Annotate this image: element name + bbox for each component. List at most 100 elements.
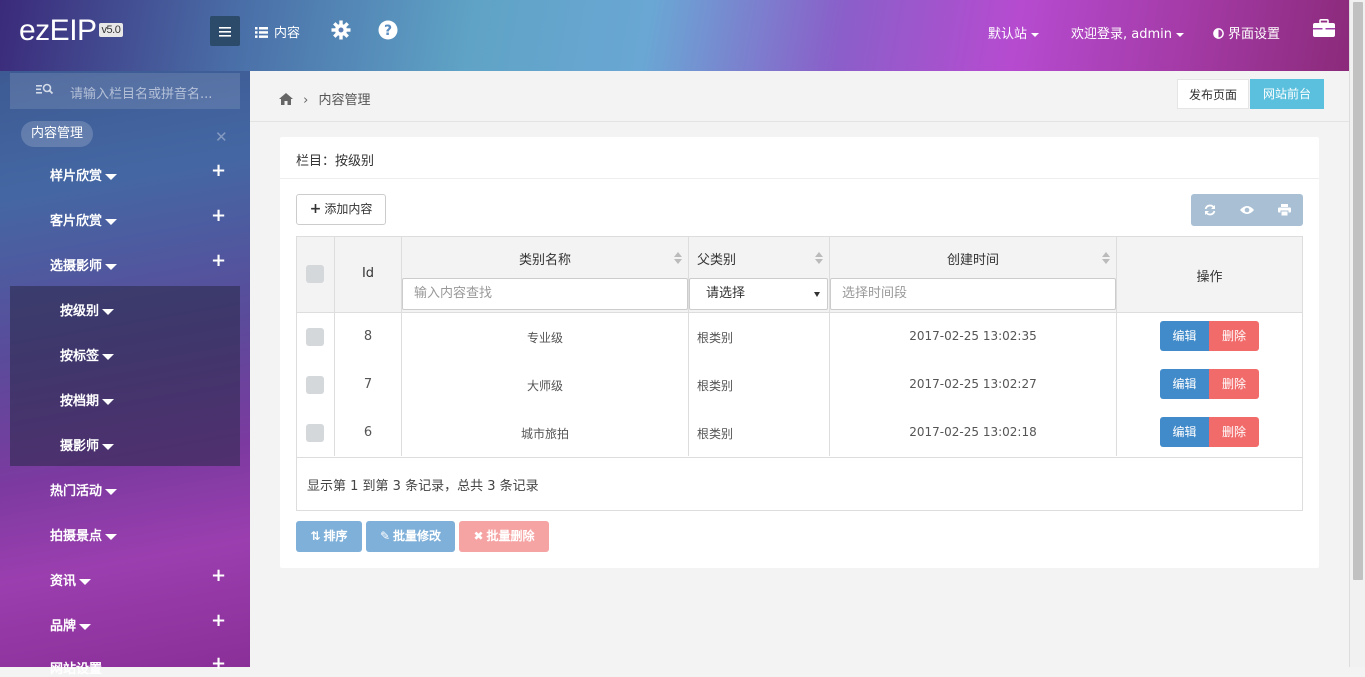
- sidebar-item-news[interactable]: 资讯: [50, 570, 92, 589]
- col-actions-header: 操作: [1196, 270, 1223, 285]
- batch-edit-label: 批量修改: [393, 529, 442, 543]
- menu-toggle-button[interactable]: [210, 16, 240, 46]
- chevron-right-icon: ›: [303, 93, 309, 108]
- edit-button[interactable]: 编辑: [1160, 369, 1209, 399]
- plus-icon[interactable]: +: [211, 653, 226, 674]
- parent-filter-select[interactable]: 请选择: [689, 278, 828, 310]
- sidebar-item-label: 客片欣赏: [50, 214, 103, 229]
- sort-icon[interactable]: [815, 252, 823, 264]
- svg-text:?: ?: [384, 23, 392, 39]
- ui-settings-label: 界面设置: [1228, 27, 1281, 42]
- default-site-dropdown[interactable]: 默认站: [988, 23, 1040, 42]
- select-all-checkbox[interactable]: [306, 265, 324, 283]
- plus-icon[interactable]: +: [211, 610, 226, 631]
- table-toolbar: [1191, 194, 1303, 226]
- sidebar-item-photographers[interactable]: 选摄影师: [50, 255, 118, 274]
- table-row[interactable]: 6 城市旅拍 根类别 2017-02-25 13:02:18 编辑 删除: [297, 409, 1302, 458]
- sidebar-item-sample-gallery[interactable]: 样片欣赏: [50, 165, 118, 184]
- batch-delete-button[interactable]: ✖ 批量删除: [459, 521, 549, 552]
- delete-button[interactable]: 删除: [1209, 369, 1259, 399]
- home-icon[interactable]: [279, 93, 293, 105]
- sidebar-item-label: 网站设置: [50, 662, 103, 677]
- add-content-button[interactable]: + 添加内容: [296, 194, 386, 225]
- ui-settings-link[interactable]: 界面设置: [1213, 23, 1280, 42]
- website-frontend-button[interactable]: 网站前台: [1250, 79, 1324, 109]
- table-row[interactable]: 7 大师级 根类别 2017-02-25 13:02:27 编辑 删除: [297, 361, 1302, 410]
- row-created: 2017-02-25 13:02:18: [909, 425, 1037, 439]
- batch-edit-button[interactable]: ✎ 批量修改: [366, 521, 455, 552]
- default-site-label: 默认站: [988, 27, 1028, 42]
- plus-icon[interactable]: +: [211, 205, 226, 226]
- row-id: 8: [363, 329, 373, 344]
- sidebar-subitem-label: 按级别: [60, 304, 100, 319]
- publish-page-button[interactable]: 发布页面: [1177, 79, 1249, 109]
- delete-button[interactable]: 删除: [1209, 417, 1259, 447]
- divider: [401, 237, 402, 456]
- col-parent-header[interactable]: 父类别: [697, 249, 736, 268]
- col-id-header[interactable]: Id: [335, 266, 401, 281]
- row-id: 7: [363, 377, 373, 392]
- chevron-down-icon: [79, 578, 92, 585]
- sidebar-item-brand[interactable]: 品牌: [50, 615, 92, 634]
- col-name-header[interactable]: 类别名称: [402, 249, 688, 268]
- row-created: 2017-02-25 13:02:27: [909, 377, 1037, 391]
- toggle-view-button[interactable]: [1228, 194, 1265, 226]
- sidebar-subpanel: [10, 286, 240, 466]
- contrast-icon: [1213, 28, 1224, 39]
- scrollbar-thumb[interactable]: [1353, 2, 1363, 580]
- eye-icon: [1239, 206, 1254, 214]
- sidebar-item-locations[interactable]: 拍摄景点: [50, 525, 118, 544]
- logo[interactable]: ezEIP v5.0: [19, 14, 124, 48]
- sort-icon[interactable]: [1102, 252, 1110, 264]
- edit-button[interactable]: 编辑: [1160, 417, 1209, 447]
- chevron-down-icon: [102, 398, 115, 405]
- row-name: 专业级: [526, 331, 563, 345]
- sidebar-item-site-settings[interactable]: 网站设置: [50, 658, 102, 677]
- plus-icon[interactable]: +: [211, 250, 226, 271]
- sidebar-subitem-by-tag[interactable]: 按标签: [60, 345, 115, 364]
- gear-icon[interactable]: [331, 20, 351, 40]
- divider: [1116, 237, 1117, 456]
- add-content-label: 添加内容: [324, 202, 373, 216]
- sidebar-item-client-gallery[interactable]: 客片欣赏: [50, 210, 118, 229]
- refresh-button[interactable]: [1191, 194, 1228, 226]
- time-filter-input[interactable]: 选择时间段: [830, 278, 1116, 310]
- user-dropdown[interactable]: 欢迎登录, admin: [1071, 23, 1184, 42]
- sidebar-search-field[interactable]: 请输入栏目名或拼音名...: [10, 73, 240, 109]
- nav-content[interactable]: 内容: [255, 22, 300, 41]
- sort-icon[interactable]: [674, 252, 682, 264]
- print-icon: [1278, 204, 1291, 216]
- sidebar-subitem-photographer[interactable]: 摄影师: [60, 435, 115, 454]
- sidebar-subitem-by-level[interactable]: 按级别: [60, 300, 115, 319]
- scrollbar[interactable]: [1349, 0, 1365, 667]
- chevron-down-icon: [105, 488, 118, 495]
- delete-button[interactable]: 删除: [1209, 321, 1259, 351]
- chevron-down-icon: [102, 353, 115, 360]
- sidebar-subitem-by-schedule[interactable]: 按档期: [60, 390, 115, 409]
- sidebar-item-events[interactable]: 热门活动: [50, 480, 118, 499]
- row-checkbox[interactable]: [306, 328, 324, 346]
- chevron-down-icon: [1176, 32, 1184, 37]
- row-checkbox[interactable]: [306, 424, 324, 442]
- print-button[interactable]: [1266, 194, 1303, 226]
- row-checkbox[interactable]: [306, 376, 324, 394]
- edit-button[interactable]: 编辑: [1160, 321, 1209, 351]
- help-icon[interactable]: ?: [378, 20, 398, 40]
- row-parent: 根类别: [697, 331, 734, 345]
- sort-button[interactable]: ⇅ 排序: [296, 521, 362, 552]
- divider: [334, 237, 335, 456]
- row-name: 城市旅拍: [520, 427, 569, 441]
- chevron-down-icon: [814, 292, 820, 297]
- plus-icon[interactable]: +: [211, 160, 226, 181]
- plus-icon[interactable]: +: [211, 565, 226, 586]
- name-filter-input[interactable]: 输入内容查找: [402, 278, 688, 310]
- table-row[interactable]: 8 专业级 根类别 2017-02-25 13:02:35 编辑 删除: [297, 313, 1302, 362]
- briefcase-icon[interactable]: [1313, 19, 1335, 37]
- chevron-down-icon: [105, 263, 118, 270]
- chevron-down-icon: [1031, 32, 1040, 37]
- content-table: Id 类别名称 父类别 创建时间 操作 输入内容查找 请选择 选择时间段 8 专…: [296, 236, 1303, 511]
- close-icon[interactable]: ✕: [215, 128, 228, 146]
- divider: [280, 178, 1319, 179]
- chevron-down-icon: [79, 623, 92, 630]
- col-created-header[interactable]: 创建时间: [830, 249, 1116, 268]
